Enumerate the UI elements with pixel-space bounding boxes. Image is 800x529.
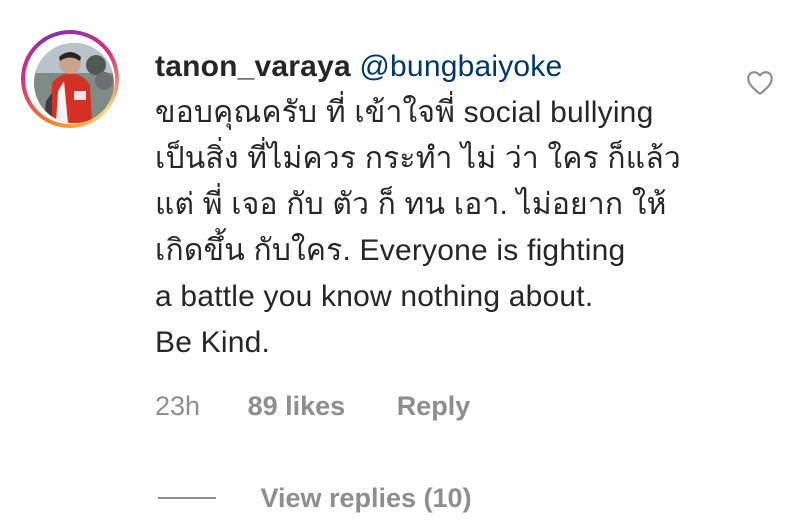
- comment-text-line: เกิดขึ้น กับใคร. Everyone is fighting: [155, 234, 626, 267]
- comment: tanon_varaya @bungbaiyoke ขอบคุณครับ ที่…: [0, 0, 800, 529]
- view-replies-label: View replies (10): [260, 483, 472, 513]
- comment-text-line: a battle you know nothing about.: [155, 280, 594, 313]
- avatar[interactable]: [34, 43, 114, 123]
- comment-text-line: เป็นสิ่ง ที่ไม่ควร กระทำ ไม่ ว่า ใคร ก็แ…: [155, 142, 681, 175]
- comment-text-line: ขอบคุณครับ ที่ เข้าใจพี่ social bullying: [155, 96, 654, 129]
- view-replies-button[interactable]: View replies (10): [158, 480, 472, 516]
- heart-outline-icon: [747, 71, 773, 95]
- like-button[interactable]: [744, 66, 776, 98]
- comment-meta: 23h 89 likes Reply: [155, 388, 470, 424]
- mention-link[interactable]: @bungbaiyoke: [359, 50, 562, 83]
- comment-text-line: แต่ พี่ เจอ กับ ตัว ก็ ทน เอา. ไม่อยาก ใ…: [155, 188, 667, 221]
- likes-count-link[interactable]: 89 likes: [248, 388, 346, 424]
- comment-timestamp: 23h: [155, 391, 201, 421]
- comment-header-line: tanon_varaya @bungbaiyoke: [155, 44, 745, 90]
- comment-text-line: Be Kind.: [155, 326, 271, 359]
- reply-button[interactable]: Reply: [397, 388, 471, 424]
- avatar-ring-gap: [25, 34, 115, 124]
- replies-divider: [158, 497, 216, 499]
- comment-body: tanon_varaya @bungbaiyoke ขอบคุณครับ ที่…: [155, 44, 745, 366]
- avatar-photo: [34, 43, 114, 123]
- avatar-story-ring[interactable]: [21, 30, 119, 128]
- username-link[interactable]: tanon_varaya: [155, 50, 351, 83]
